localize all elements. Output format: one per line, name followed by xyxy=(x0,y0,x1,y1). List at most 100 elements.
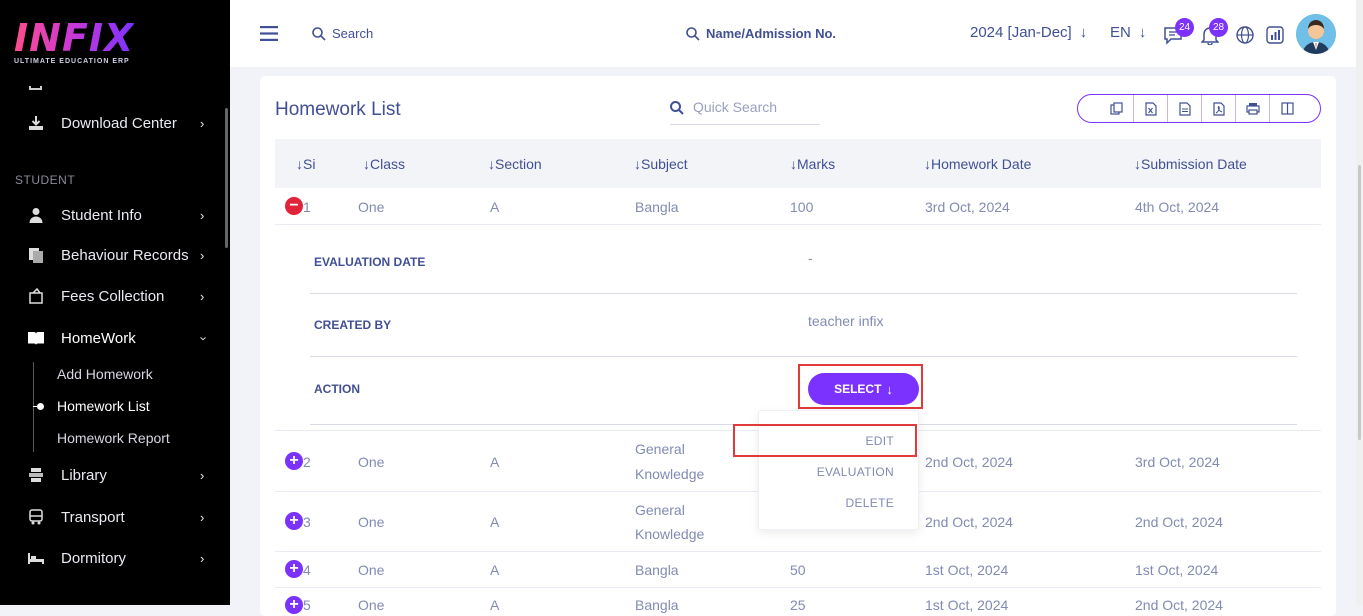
cell-class: One xyxy=(358,597,385,613)
column-header-si[interactable]: ↓Si xyxy=(296,156,315,172)
cell-subject-line1: General xyxy=(635,502,685,518)
column-header-section[interactable]: ↓Section xyxy=(488,156,542,172)
copy-icon xyxy=(1110,102,1123,115)
cell-submission-date: 3rd Oct, 2024 xyxy=(1135,454,1220,470)
column-header-label: Section xyxy=(495,156,542,172)
language-selector[interactable]: EN ↓ xyxy=(1110,24,1146,41)
cell-submission-date: 2nd Oct, 2024 xyxy=(1135,597,1223,613)
sort-arrow-icon: ↓ xyxy=(296,156,303,172)
cell-subject-line2: Knowledge xyxy=(635,466,705,482)
expand-row-icon[interactable]: + xyxy=(285,596,303,614)
chevron-right-icon: › xyxy=(200,115,205,131)
page-scrollbar-thumb[interactable] xyxy=(1358,165,1361,440)
page-scrollbar[interactable] xyxy=(1356,0,1363,605)
collapse-row-icon[interactable]: − xyxy=(285,197,303,215)
sidebar-partial-icon xyxy=(29,86,42,90)
sidebar-subitem-homework-report[interactable]: Homework Report xyxy=(57,430,170,446)
stats-button[interactable] xyxy=(1266,26,1284,44)
sidebar-item-fees-collection[interactable]: Fees Collection › xyxy=(0,281,230,311)
sidebar-item-library[interactable]: Library › xyxy=(0,460,230,490)
sort-arrow-icon: ↓ xyxy=(488,156,495,172)
row-divider xyxy=(275,551,1321,552)
library-icon xyxy=(26,465,46,485)
column-header-label: Si xyxy=(303,156,316,172)
session-selector[interactable]: 2024 [Jan-Dec] ↓ xyxy=(970,24,1087,41)
quick-search-input[interactable]: Quick Search xyxy=(670,90,820,125)
excel-file-icon xyxy=(1144,101,1157,116)
column-header-marks[interactable]: ↓Marks xyxy=(790,156,835,172)
hamburger-menu-icon[interactable] xyxy=(260,26,278,41)
sidebar-item-behaviour-records[interactable]: Behaviour Records › xyxy=(0,240,230,270)
menu-search-button[interactable]: Search xyxy=(312,26,373,41)
cell-marks: 100 xyxy=(790,199,814,215)
csv-button[interactable] xyxy=(1168,95,1202,122)
cell-section: A xyxy=(490,562,500,578)
cell-subject-line2: Knowledge xyxy=(635,526,705,542)
behaviour-icon xyxy=(26,245,46,265)
copy-button[interactable] xyxy=(1100,95,1134,122)
cell-class: One xyxy=(358,514,385,530)
chevron-down-icon: › xyxy=(196,335,212,341)
sidebar-item-dormitory[interactable]: Dormitory › xyxy=(0,543,230,573)
admission-search-input[interactable]: Name/Admission No. xyxy=(686,26,836,41)
cell-subject: Bangla xyxy=(635,597,679,613)
cell-section: A xyxy=(490,597,500,613)
cell-submission-date: 1st Oct, 2024 xyxy=(1135,562,1219,578)
pdf-button[interactable] xyxy=(1202,95,1236,122)
sort-arrow-icon: ↓ xyxy=(790,156,797,172)
sidebar-item-homework[interactable]: HomeWork › xyxy=(0,323,230,353)
expand-row-icon[interactable]: + xyxy=(285,560,303,578)
chevron-right-icon: › xyxy=(200,247,205,263)
globe-button[interactable] xyxy=(1236,26,1254,44)
column-visibility-button[interactable] xyxy=(1270,95,1304,122)
chevron-right-icon: › xyxy=(200,288,205,304)
menu-item-delete[interactable]: DELETE xyxy=(846,496,894,510)
logo[interactable]: INFIX ULTIMATE EDUCATION ERP xyxy=(14,18,134,65)
search-icon xyxy=(312,26,326,41)
messages-count-badge: 24 xyxy=(1175,18,1194,37)
sidebar: INFIX ULTIMATE EDUCATION ERP Download Ce… xyxy=(0,0,230,605)
cell-submission-date: 2nd Oct, 2024 xyxy=(1135,514,1223,530)
book-icon xyxy=(26,328,46,348)
expand-row-icon[interactable]: + xyxy=(285,512,303,530)
column-header-label: Subject xyxy=(641,156,688,172)
cell-section: A xyxy=(490,199,500,215)
sidebar-item-student-info[interactable]: Student Info › xyxy=(0,200,230,230)
column-header-submission-date[interactable]: ↓Submission Date xyxy=(1134,156,1247,172)
fees-icon xyxy=(26,286,46,306)
page-title: Homework List xyxy=(275,99,401,120)
columns-icon xyxy=(1280,102,1294,115)
chevron-right-icon: › xyxy=(200,207,205,223)
search-icon xyxy=(670,101,684,115)
cell-class: One xyxy=(358,562,385,578)
sidebar-item-label: Student Info xyxy=(61,206,142,224)
created-by-value: teacher infix xyxy=(808,313,884,329)
sidebar-item-label: Dormitory xyxy=(61,549,127,567)
cell-si: 3 xyxy=(303,514,311,530)
column-header-homework-date[interactable]: ↓Homework Date xyxy=(924,156,1031,172)
cell-homework-date: 2nd Oct, 2024 xyxy=(925,514,1013,530)
column-header-label: Class xyxy=(370,156,406,172)
sidebar-item-download-center[interactable]: Download Center › xyxy=(0,108,230,138)
sidebar-item-label: Library xyxy=(61,466,107,484)
cell-si: 2 xyxy=(303,454,311,470)
column-header-subject[interactable]: ↓Subject xyxy=(634,156,688,172)
expand-row-icon[interactable]: + xyxy=(285,452,303,470)
sort-arrow-icon: ↓ xyxy=(634,156,641,172)
print-button[interactable] xyxy=(1236,95,1270,122)
submenu-active-dot xyxy=(37,403,44,410)
sidebar-subitem-add-homework[interactable]: Add Homework xyxy=(57,366,153,382)
cell-homework-date: 1st Oct, 2024 xyxy=(925,597,1009,613)
excel-button[interactable] xyxy=(1134,95,1168,122)
print-icon xyxy=(1245,103,1260,115)
menu-item-evaluation[interactable]: EVALUATION xyxy=(817,465,894,479)
sidebar-item-transport[interactable]: Transport › xyxy=(0,502,230,532)
menu-search-label: Search xyxy=(332,26,374,41)
sidebar-item-label: Transport xyxy=(61,508,125,526)
sidebar-subitem-homework-list[interactable]: Homework List xyxy=(57,398,150,414)
cell-homework-date: 2nd Oct, 2024 xyxy=(925,454,1013,470)
user-avatar[interactable] xyxy=(1296,14,1336,54)
cell-si: 1 xyxy=(303,199,311,215)
top-bar: Search Name/Admission No. 2024 [Jan-Dec]… xyxy=(230,0,1363,67)
column-header-class[interactable]: ↓Class xyxy=(363,156,405,172)
